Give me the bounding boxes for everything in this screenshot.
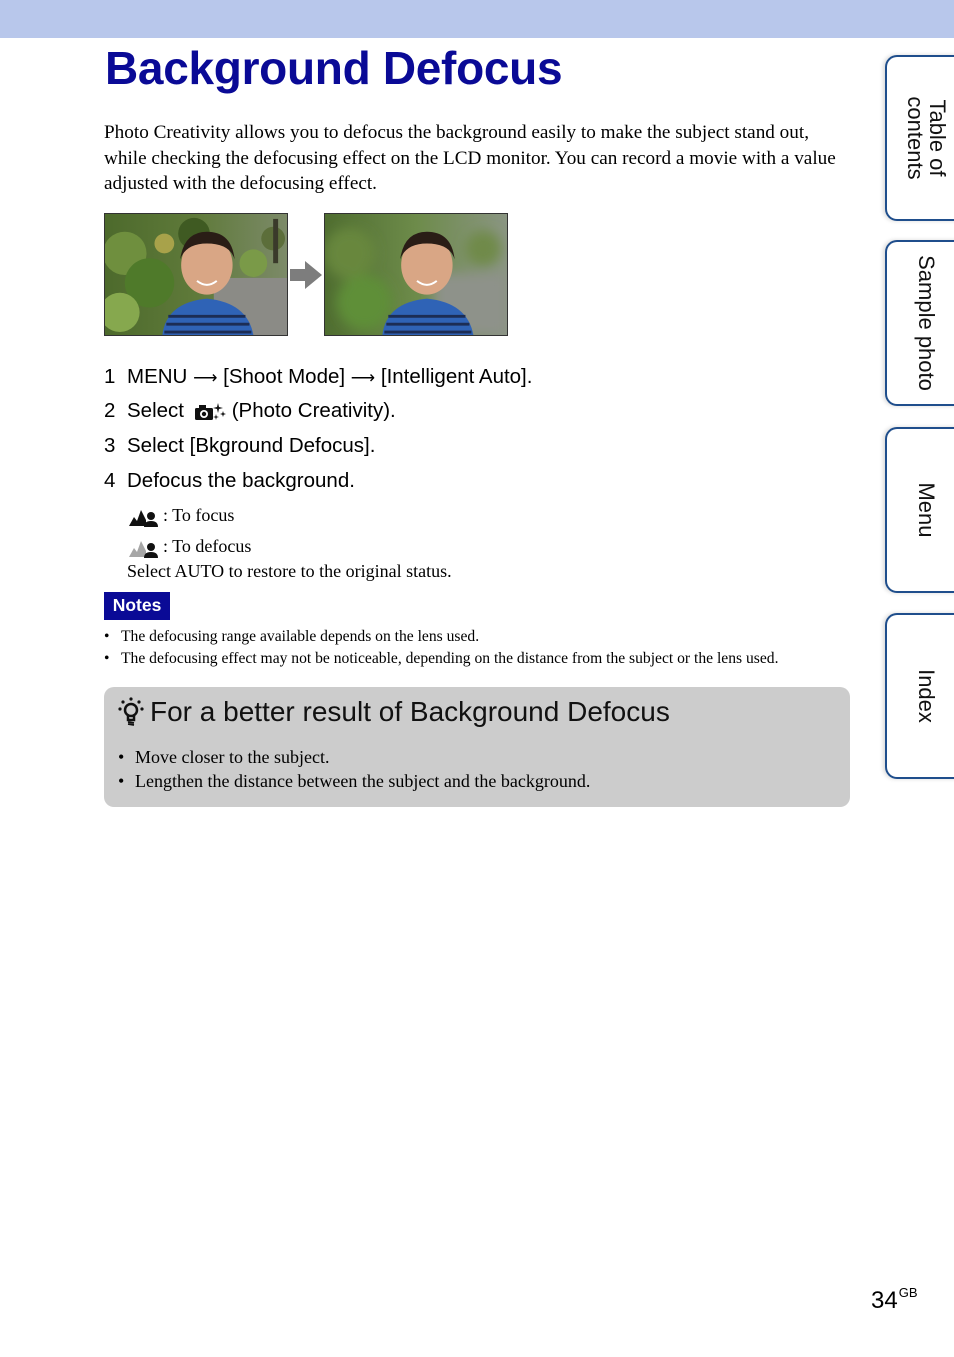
step-text: Defocus the background. [127,469,355,492]
bullet: • [104,650,110,667]
tab-label: Menu [914,482,939,538]
tip-box: For a better result of Background Defocu… [104,687,850,807]
tab-label: Table of contents [903,96,950,180]
tip-item: • Lengthen the distance between the subje… [118,769,590,793]
step-3: 3 Select [Bkground Defocus]. [104,433,375,459]
focus-text: : To focus [163,505,235,525]
page-number: 34GB [871,1278,918,1316]
step-number: 1 [104,365,116,388]
tip-title: For a better result of Background Defocu… [118,693,670,731]
defocus-option: : To defocus [127,535,251,559]
focus-option: : To focus [127,504,234,528]
page-number-suffix: GB [898,1285,918,1300]
note-text: The defocusing range available depends o… [121,628,480,645]
page-number-value: 34 [871,1287,898,1314]
step-number: 2 [104,399,116,422]
lightbulb-hint-icon [118,697,144,726]
header-band [0,0,954,38]
defocus-text: : To defocus [163,536,252,556]
step-shoot-mode: [Shoot Mode] [223,365,346,388]
step-2: 2 Select (Photo Creativity). [104,398,396,424]
tab-label-line: Table of [925,99,950,177]
bullet: • [118,771,125,791]
page-title: Background Defocus [105,42,563,94]
photo-after-defocused [324,213,508,336]
auto-restore-text: Select AUTO to restore to the original s… [127,561,452,581]
photo-before-focused [104,213,288,336]
tab-table-of-contents[interactable]: Table of contents [885,55,954,221]
focus-icon [129,509,158,527]
tip-text: Move closer to the subject. [135,747,330,767]
step-text: (Photo Creativity). [231,399,396,422]
tab-label-line: contents [903,96,928,180]
notes-badge: Notes [104,592,170,620]
tip-text: Lengthen the distance between the subjec… [135,771,591,791]
step-intelligent-auto: [Intelligent Auto]. [380,365,533,388]
tip-item: • Move closer to the subject. [118,745,329,769]
tab-sample-photo[interactable]: Sample photo [885,240,954,406]
note-item: • The defocusing range available depends … [104,627,479,647]
step-text: Select [127,399,184,422]
step-1: 1 MENU ⟶ [Shoot Mode] ⟶ [Intelligent Auto… [104,364,532,390]
photo-creativity-icon [194,402,226,420]
intro-paragraph: Photo Creativity allows you to defocus t… [104,122,836,194]
step-text: Select [Bkground Defocus]. [127,434,376,457]
bullet: • [104,628,110,645]
note-item: • The defocusing effect may not be notice… [104,649,778,669]
tip-title-text: For a better result of Background Defocu… [150,696,670,727]
step-number: 4 [104,469,116,492]
tab-menu[interactable]: Menu [885,427,954,593]
arrow-right-icon: ⟶ [193,368,218,387]
step-4: 4 Defocus the background. [104,468,355,494]
bullet: • [118,747,125,767]
tab-label: Index [914,669,939,723]
defocus-icon [129,540,158,558]
right-arrow-icon [290,261,322,289]
arrow-right-icon: ⟶ [350,368,376,387]
note-text: The defocusing effect may not be noticea… [121,650,779,667]
tab-index[interactable]: Index [885,613,954,779]
step-number: 3 [104,434,116,457]
step-menu: MENU [127,365,188,388]
tab-label: Sample photo [914,255,939,391]
